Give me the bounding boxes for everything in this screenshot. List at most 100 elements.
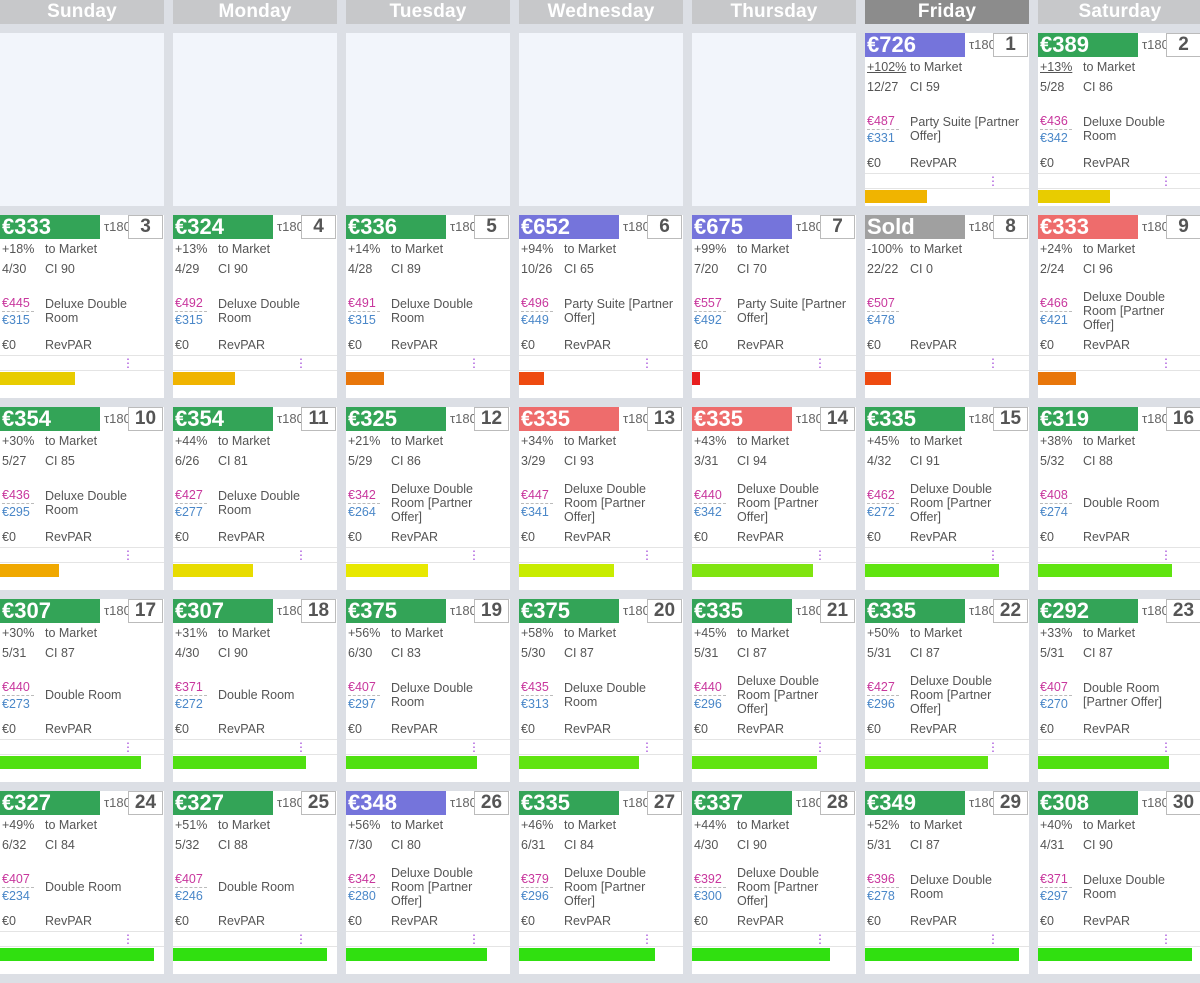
tau-label: τ180 <box>450 603 477 618</box>
day-cell[interactable]: €726 τ180 1 +102% to Market 12/27 CI 59 €487 €33… <box>865 33 1029 206</box>
more-menu-icon[interactable]: ⋮ <box>692 548 856 563</box>
more-menu-icon[interactable]: ⋮ <box>692 932 856 947</box>
day-cell[interactable]: €337 τ180 28 +44% to Market 4/30 CI 90 €392 €300… <box>692 791 856 974</box>
price-badge[interactable]: €335 <box>519 407 619 431</box>
price-badge[interactable]: €327 <box>173 791 273 815</box>
day-cell[interactable]: €335 τ180 21 +45% to Market 5/31 CI 87 €440 €296… <box>692 599 856 782</box>
more-menu-icon[interactable]: ⋮ <box>865 356 1029 371</box>
day-cell[interactable]: €307 τ180 18 +31% to Market 4/30 CI 90 €371 €272… <box>173 599 337 782</box>
day-cell[interactable]: €375 τ180 20 +58% to Market 5/30 CI 87 €435 €313… <box>519 599 683 782</box>
more-menu-icon[interactable]: ⋮ <box>865 548 1029 563</box>
day-cell[interactable]: €336 τ180 5 +14% to Market 4/28 CI 89 €491 €315 D… <box>346 215 510 398</box>
more-menu-icon[interactable]: ⋮ <box>519 932 683 947</box>
more-menu-icon[interactable]: ⋮ <box>346 356 510 371</box>
price-badge[interactable]: €375 <box>346 599 446 623</box>
more-menu-icon[interactable]: ⋮ <box>692 740 856 755</box>
tau-label: τ180 <box>623 795 650 810</box>
price-badge[interactable]: €307 <box>173 599 273 623</box>
day-cell[interactable]: €308 τ180 30 +40% to Market 4/31 CI 90 €371 €297… <box>1038 791 1200 974</box>
price-badge[interactable]: €335 <box>692 407 792 431</box>
market-percent: +43% <box>694 434 727 448</box>
more-menu-icon[interactable]: ⋮ <box>0 932 164 947</box>
day-cell[interactable]: €349 τ180 29 +52% to Market 5/31 CI 87 €396 €278… <box>865 791 1029 974</box>
day-cell[interactable]: €292 τ180 23 +33% to Market 5/31 CI 87 €407 €270… <box>1038 599 1200 782</box>
day-cell[interactable]: €335 τ180 14 +43% to Market 3/31 CI 94 €440 €342… <box>692 407 856 590</box>
price-badge[interactable]: €292 <box>1038 599 1138 623</box>
price-badge[interactable]: Sold <box>865 215 965 239</box>
more-menu-icon[interactable]: ⋮ <box>1038 174 1200 189</box>
revpar-value: €0 <box>1040 156 1054 170</box>
day-cell[interactable]: €335 τ180 13 +34% to Market 3/29 CI 93 €447 €341… <box>519 407 683 590</box>
day-cell[interactable]: €324 τ180 4 +13% to Market 4/29 CI 90 €492 €315 D… <box>173 215 337 398</box>
more-menu-icon[interactable]: ⋮ <box>173 548 337 563</box>
price-badge[interactable]: €327 <box>0 791 100 815</box>
more-menu-icon[interactable]: ⋮ <box>519 548 683 563</box>
more-menu-icon[interactable]: ⋮ <box>1038 548 1200 563</box>
more-menu-icon[interactable]: ⋮ <box>692 356 856 371</box>
day-cell[interactable]: €333 τ180 9 +24% to Market 2/24 CI 96 €466 €421 D… <box>1038 215 1200 398</box>
day-cell[interactable]: €675 τ180 7 +99% to Market 7/20 CI 70 €557 €492 P… <box>692 215 856 398</box>
price-badge[interactable]: €324 <box>173 215 273 239</box>
more-menu-icon[interactable]: ⋮ <box>346 548 510 563</box>
rate-primary: €557 <box>694 295 726 312</box>
rate-primary: €427 <box>175 487 207 504</box>
day-cell[interactable]: €327 τ180 24 +49% to Market 6/32 CI 84 €407 €234… <box>0 791 164 974</box>
market-percent: +30% <box>2 434 35 448</box>
price-badge[interactable]: €336 <box>346 215 446 239</box>
price-badge[interactable]: €375 <box>519 599 619 623</box>
more-menu-icon[interactable]: ⋮ <box>0 740 164 755</box>
day-cell[interactable]: €333 τ180 3 +18% to Market 4/30 CI 90 €445 €315 D… <box>0 215 164 398</box>
day-cell[interactable]: €652 τ180 6 +94% to Market 10/26 CI 65 €496 €449… <box>519 215 683 398</box>
price-badge[interactable]: €652 <box>519 215 619 239</box>
occupancy: 3/29 <box>521 454 546 468</box>
day-cell[interactable]: €354 τ180 10 +30% to Market 5/27 CI 85 €436 €295… <box>0 407 164 590</box>
price-badge[interactable]: €325 <box>346 407 446 431</box>
market-row: +49% to Market <box>0 815 164 835</box>
more-menu-icon[interactable]: ⋮ <box>865 174 1029 189</box>
more-menu-icon[interactable]: ⋮ <box>1038 740 1200 755</box>
price-badge[interactable]: €335 <box>519 791 619 815</box>
price-badge[interactable]: €726 <box>865 33 965 57</box>
price-badge[interactable]: €333 <box>1038 215 1138 239</box>
price-badge[interactable]: €354 <box>0 407 100 431</box>
day-cell[interactable]: €327 τ180 25 +51% to Market 5/32 CI 88 €407 €246… <box>173 791 337 974</box>
day-cell[interactable]: €354 τ180 11 +44% to Market 6/26 CI 81 €427 €277… <box>173 407 337 590</box>
day-cell[interactable]: €307 τ180 17 +30% to Market 5/31 CI 87 €440 €273… <box>0 599 164 782</box>
day-cell[interactable]: €335 τ180 22 +50% to Market 5/31 CI 87 €427 €296… <box>865 599 1029 782</box>
day-cell[interactable]: €335 τ180 15 +45% to Market 4/32 CI 91 €462 €272… <box>865 407 1029 590</box>
day-cell[interactable]: €319 τ180 16 +38% to Market 5/32 CI 88 €408 €274… <box>1038 407 1200 590</box>
day-cell[interactable]: €389 τ180 2 +13% to Market 5/28 CI 86 €436 €342 D… <box>1038 33 1200 206</box>
more-menu-icon[interactable]: ⋮ <box>0 548 164 563</box>
more-menu-icon[interactable]: ⋮ <box>865 740 1029 755</box>
day-cell[interactable]: €325 τ180 12 +21% to Market 5/29 CI 86 €342 €264… <box>346 407 510 590</box>
price-badge[interactable]: €335 <box>692 599 792 623</box>
price-badge[interactable]: €389 <box>1038 33 1138 57</box>
price-badge[interactable]: €354 <box>173 407 273 431</box>
more-menu-icon[interactable]: ⋮ <box>173 740 337 755</box>
price-badge[interactable]: €675 <box>692 215 792 239</box>
more-menu-icon[interactable]: ⋮ <box>519 740 683 755</box>
price-badge[interactable]: €308 <box>1038 791 1138 815</box>
more-menu-icon[interactable]: ⋮ <box>173 356 337 371</box>
day-cell[interactable]: €348 τ180 26 +56% to Market 7/30 CI 80 €342 €280… <box>346 791 510 974</box>
more-menu-icon[interactable]: ⋮ <box>1038 932 1200 947</box>
more-menu-icon[interactable]: ⋮ <box>1038 356 1200 371</box>
price-badge[interactable]: €335 <box>865 407 965 431</box>
price-badge[interactable]: €337 <box>692 791 792 815</box>
price-badge[interactable]: €348 <box>346 791 446 815</box>
day-cell[interactable]: €375 τ180 19 +56% to Market 6/30 CI 83 €407 €297… <box>346 599 510 782</box>
more-menu-icon[interactable]: ⋮ <box>346 740 510 755</box>
more-menu-icon[interactable]: ⋮ <box>519 356 683 371</box>
price-badge[interactable]: €319 <box>1038 407 1138 431</box>
more-menu-icon[interactable]: ⋮ <box>346 932 510 947</box>
occupancy-bar <box>173 563 337 577</box>
more-menu-icon[interactable]: ⋮ <box>0 356 164 371</box>
price-badge[interactable]: €335 <box>865 599 965 623</box>
day-cell[interactable]: Sold τ180 8 -100% to Market 22/22 CI 0 €507 €478… <box>865 215 1029 398</box>
day-cell[interactable]: €335 τ180 27 +46% to Market 6/31 CI 84 €379 €296… <box>519 791 683 974</box>
price-badge[interactable]: €349 <box>865 791 965 815</box>
more-menu-icon[interactable]: ⋮ <box>865 932 1029 947</box>
price-badge[interactable]: €333 <box>0 215 100 239</box>
price-badge[interactable]: €307 <box>0 599 100 623</box>
more-menu-icon[interactable]: ⋮ <box>173 932 337 947</box>
